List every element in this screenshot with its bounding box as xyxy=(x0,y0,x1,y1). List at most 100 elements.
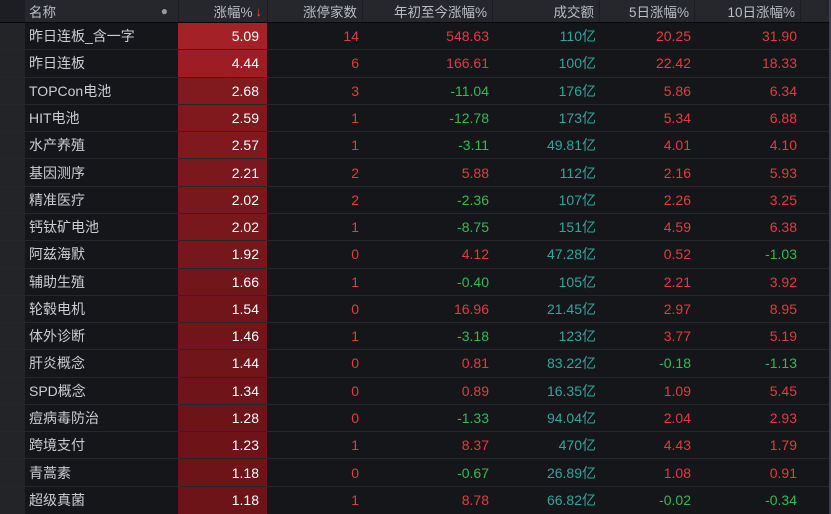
change-5d-pct: 4.59 xyxy=(663,219,691,236)
turnover-amount: 83.22亿 xyxy=(546,355,596,372)
column-header-change-pct[interactable]: 涨幅% ↓ xyxy=(178,0,267,22)
change-5d-pct: 5.86 xyxy=(663,82,691,99)
change-pct-cell: 1.66 xyxy=(178,268,267,295)
change-5d-pct: 0.52 xyxy=(663,246,691,263)
table-row[interactable]: 青蒿素 1.18 0 -0.67 26.89亿 1.08 0.91 xyxy=(0,459,829,487)
table-row[interactable]: HIT电池 2.59 1 -12.78 173亿 5.34 6.88 xyxy=(0,104,829,133)
change-5d-pct: 22.42 xyxy=(655,55,691,72)
table-row[interactable]: 辅助生殖 1.66 1 -0.40 105亿 2.21 3.92 xyxy=(0,268,829,296)
table-row[interactable]: 超级真菌 1.18 1 8.78 66.82亿 -0.02 -0.34 xyxy=(0,486,829,514)
row-filler xyxy=(800,350,829,376)
change-pct-cell: 4.44 xyxy=(178,50,267,77)
turnover-amount: 112亿 xyxy=(559,164,596,181)
table-row[interactable]: 精准医疗 2.02 2 -2.36 107亿 2.26 3.25 xyxy=(0,186,829,214)
turnover-amount: 123亿 xyxy=(558,328,596,345)
ytd-change-pct: -8.75 xyxy=(457,219,489,236)
table-row[interactable]: 肝炎概念 1.44 0 0.81 83.22亿 -0.18 -1.13 xyxy=(0,350,829,378)
name-column-label: 名称 xyxy=(29,5,56,20)
limit-up-count: 1 xyxy=(351,437,359,454)
table-row[interactable]: 昨日连板_含一字 5.09 14 548.63 110亿 20.25 31.90 xyxy=(0,23,829,51)
table-row[interactable]: 昨日连板 4.44 6 166.61 100亿 22.42 18.33 xyxy=(0,50,829,78)
row-filler xyxy=(800,105,829,131)
table-row[interactable]: 轮毂电机 1.54 0 16.96 21.45亿 2.97 8.95 xyxy=(0,295,829,324)
limit-up-count: 1 xyxy=(351,492,359,509)
change-pct-cell: 2.02 xyxy=(178,213,267,241)
change-5d-pct: 4.01 xyxy=(663,137,691,154)
change-pct-cell: 1.92 xyxy=(178,241,267,268)
table-row[interactable]: 基因测序 2.21 2 5.88 112亿 2.16 5.93 xyxy=(0,159,829,187)
row-gutter xyxy=(0,404,25,432)
row-gutter xyxy=(0,350,25,377)
change-5d-pct: 3.77 xyxy=(663,328,691,345)
change-pct-cell: 2.21 xyxy=(178,159,267,186)
sector-name: 体外诊断 xyxy=(29,328,85,345)
change-pct-cell: 2.02 xyxy=(178,186,267,213)
column-header-10d-change[interactable]: 10日涨幅% xyxy=(694,0,800,22)
change-10d-pct: 5.45 xyxy=(769,382,797,399)
limit-up-count: 3 xyxy=(351,82,359,99)
change-5d-pct: -0.18 xyxy=(659,355,691,372)
change-5d-pct: 2.16 xyxy=(663,164,691,181)
change-pct-cell: 1.18 xyxy=(178,459,267,486)
column-header-limit-up-count[interactable]: 涨停家数 xyxy=(267,0,362,22)
limit-up-count: 2 xyxy=(351,191,359,208)
row-gutter xyxy=(0,323,25,350)
table-row[interactable]: 钙钛矿电池 2.02 1 -8.75 151亿 4.59 6.38 xyxy=(0,213,829,242)
ytd-change-pct: -3.18 xyxy=(457,328,489,345)
column-header-name[interactable]: 名称 ● xyxy=(25,0,178,22)
sector-name: 超级真菌 xyxy=(29,492,85,509)
table-row[interactable]: 痘病毒防治 1.28 0 -1.33 94.04亿 2.04 2.93 xyxy=(0,404,829,433)
change-pct-cell: 1.54 xyxy=(178,295,267,323)
ytd-change-pct: 5.88 xyxy=(461,164,489,181)
row-filler xyxy=(800,187,829,213)
limit-up-count: 1 xyxy=(351,219,359,236)
sector-name: 钙钛矿电池 xyxy=(29,219,99,236)
table-row[interactable]: TOPCon电池 2.68 3 -11.04 176亿 5.86 6.34 xyxy=(0,77,829,105)
column-header-5d-change[interactable]: 5日涨幅% xyxy=(599,0,694,22)
row-gutter xyxy=(0,213,25,241)
table-body: 昨日连板_含一字 5.09 14 548.63 110亿 20.25 31.90 昨日连板 4.… xyxy=(0,23,829,514)
limit-up-count: 0 xyxy=(351,410,359,427)
row-gutter xyxy=(0,377,25,404)
limit-up-count: 0 xyxy=(351,382,359,399)
table-row[interactable]: 水产养殖 2.57 1 -3.11 49.81亿 4.01 4.10 xyxy=(0,132,829,160)
change-10d-pct: 5.19 xyxy=(769,328,797,345)
row-gutter xyxy=(0,50,25,77)
ytd-change-pct: 8.37 xyxy=(461,437,489,454)
limit-up-count: 1 xyxy=(351,109,359,126)
row-filler xyxy=(800,78,829,104)
turnover-amount: 470亿 xyxy=(558,437,596,454)
sector-name: 跨境支付 xyxy=(29,437,85,454)
sector-name: 肝炎概念 xyxy=(29,355,85,372)
header-filler xyxy=(800,0,829,22)
row-gutter xyxy=(0,186,25,213)
change-10d-pct: -1.13 xyxy=(765,355,797,372)
ytd-change-pct: 548.63 xyxy=(446,28,489,45)
ytd-change-pct: 0.81 xyxy=(461,355,489,372)
table-row[interactable]: 阿兹海默 1.92 0 4.12 47.28亿 0.52 -1.03 xyxy=(0,241,829,269)
change-10d-pct: 0.91 xyxy=(769,464,797,481)
turnover-amount: 176亿 xyxy=(558,82,596,99)
turnover-amount: 26.89亿 xyxy=(546,464,596,481)
row-filler xyxy=(800,378,829,404)
column-header-ytd-change[interactable]: 年初至今涨幅% xyxy=(362,0,492,22)
sector-name: SPD概念 xyxy=(29,382,86,399)
row-gutter xyxy=(0,77,25,104)
row-gutter xyxy=(0,241,25,268)
change-5d-pct: -0.02 xyxy=(659,492,691,509)
table-row[interactable]: 体外诊断 1.46 1 -3.18 123亿 3.77 5.19 xyxy=(0,323,829,351)
change-5d-pct: 2.04 xyxy=(663,410,691,427)
table-row[interactable]: SPD概念 1.34 0 0.89 16.35亿 1.09 5.45 xyxy=(0,377,829,405)
ytd-change-pct: -1.33 xyxy=(457,410,489,427)
row-filler xyxy=(800,132,829,158)
change-10d-pct: 6.88 xyxy=(769,109,797,126)
row-gutter xyxy=(0,432,25,459)
ytd-change-pct: 16.96 xyxy=(453,300,489,317)
column-header-turnover[interactable]: 成交额 xyxy=(492,0,599,22)
row-filler xyxy=(800,432,829,458)
sector-name: 水产养殖 xyxy=(29,137,85,154)
table-row[interactable]: 跨境支付 1.23 1 8.37 470亿 4.43 1.79 xyxy=(0,432,829,460)
sector-name: TOPCon电池 xyxy=(29,82,112,99)
row-filler xyxy=(800,241,829,267)
minute-chart-dot-icon[interactable]: ● xyxy=(161,5,168,17)
